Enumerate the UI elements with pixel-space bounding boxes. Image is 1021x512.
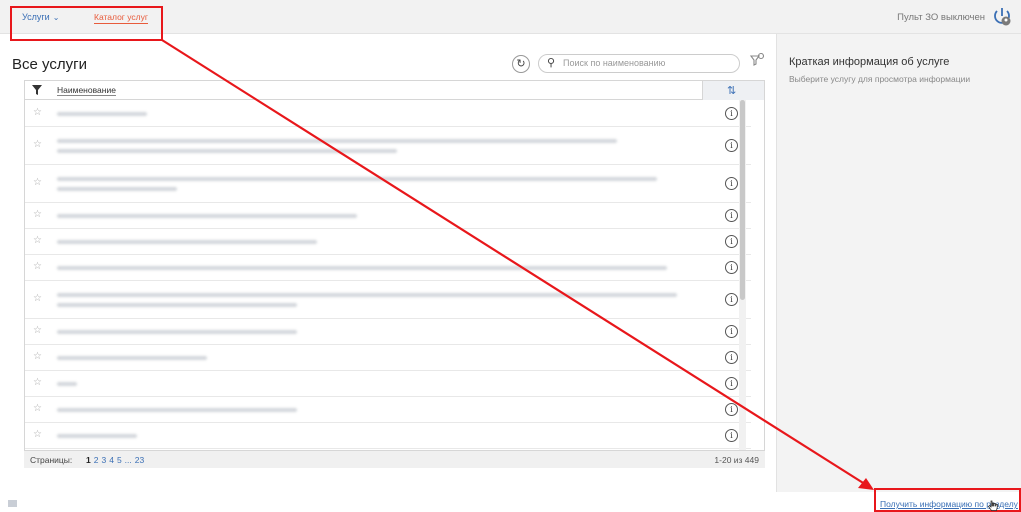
table-row[interactable]: ☆ i (25, 203, 751, 229)
star-icon[interactable]: ☆ (33, 293, 42, 304)
info-icon[interactable]: i (725, 139, 738, 152)
table-row[interactable]: ☆ i (25, 371, 751, 397)
info-icon[interactable]: i (725, 429, 738, 442)
column-settings-cell: ⇅ (702, 81, 764, 100)
star-icon[interactable]: ☆ (33, 261, 42, 272)
info-icon[interactable]: i (725, 351, 738, 364)
star-icon[interactable]: ☆ (33, 107, 42, 118)
power-person-icon[interactable] (991, 6, 1013, 28)
info-icon[interactable]: i (725, 293, 738, 306)
footer (0, 492, 1021, 512)
page-link[interactable]: 23 (135, 455, 144, 465)
row-name-redacted (57, 293, 677, 297)
page-title: Все услуги (12, 56, 87, 73)
page-link[interactable]: 2 (94, 455, 99, 465)
pagination-range: 1-20 из 449 (714, 455, 759, 465)
star-icon[interactable]: ☆ (33, 139, 42, 150)
scrollbar-thumb[interactable] (740, 100, 745, 300)
column-name-header[interactable]: Наименование (57, 85, 116, 96)
star-icon[interactable]: ☆ (33, 325, 42, 336)
page-link[interactable]: 3 (101, 455, 106, 465)
table-row[interactable]: ☆ i (25, 165, 751, 203)
hand-cursor-icon (988, 500, 998, 511)
page-link: ... (124, 455, 132, 465)
row-name-redacted (57, 408, 297, 412)
pagination: Страницы: 1 2 3 4 5... 23 1-20 из 449 (24, 450, 765, 468)
refresh-icon[interactable]: ↻ (512, 55, 530, 73)
star-icon[interactable]: ☆ (33, 377, 42, 388)
table-row[interactable]: ☆ i (25, 423, 751, 449)
star-icon[interactable]: ☆ (33, 177, 42, 188)
row-name-redacted (57, 240, 317, 244)
table-row[interactable]: ☆ i (25, 319, 751, 345)
info-icon[interactable]: i (725, 107, 738, 120)
page-link[interactable]: 4 (109, 455, 114, 465)
row-name-redacted (57, 139, 617, 143)
table-row[interactable]: ☆ i (25, 255, 751, 281)
table-header: Наименование ⇅ (25, 81, 764, 100)
row-name-redacted (57, 434, 137, 438)
star-icon[interactable]: ☆ (33, 351, 42, 362)
column-settings-icon[interactable]: ⇅ (727, 84, 736, 97)
pult-status: Пульт ЗО выключен (897, 12, 985, 23)
pagination-label: Страницы: (30, 455, 73, 465)
table-row[interactable]: ☆ i (25, 281, 751, 319)
info-icon[interactable]: i (725, 209, 738, 222)
search-placeholder: Поиск по наименованию (563, 58, 666, 68)
info-icon[interactable]: i (725, 177, 738, 190)
star-icon[interactable]: ☆ (33, 429, 42, 440)
table-row[interactable]: ☆ i (25, 101, 751, 127)
row-name-redacted (57, 112, 147, 116)
info-icon[interactable]: i (725, 235, 738, 248)
row-name-redacted (57, 382, 77, 386)
pagination-pages: 1 2 3 4 5... 23 (86, 455, 147, 465)
search-icon: ⚲ (547, 57, 556, 69)
row-name-redacted (57, 356, 207, 360)
footer-logo (8, 500, 17, 507)
info-icon[interactable]: i (725, 261, 738, 274)
funnel-settings-icon[interactable] (749, 52, 765, 68)
sidebar-hint: Выберите услугу для просмотра информации (789, 74, 971, 84)
row-name-redacted (57, 303, 297, 307)
star-icon[interactable]: ☆ (33, 235, 42, 246)
funnel-icon[interactable] (32, 85, 42, 95)
row-name-redacted (57, 214, 357, 218)
table-row[interactable]: ☆ i (25, 127, 751, 165)
table-row[interactable]: ☆ i (25, 397, 751, 423)
star-icon[interactable]: ☆ (33, 403, 42, 414)
page-link[interactable]: 5 (117, 455, 122, 465)
table-row[interactable]: ☆ i (25, 229, 751, 255)
info-icon[interactable]: i (725, 403, 738, 416)
sidebar-title: Краткая информация об услуге (789, 56, 950, 68)
table-row[interactable]: ☆ i (25, 345, 751, 371)
row-name-redacted (57, 187, 177, 191)
row-name-redacted (57, 330, 297, 334)
row-name-redacted (57, 266, 667, 270)
star-icon[interactable]: ☆ (33, 209, 42, 220)
row-name-redacted (57, 177, 657, 181)
info-sidebar (776, 34, 1021, 492)
row-name-redacted (57, 149, 397, 153)
annotation-highlight-breadcrumb (10, 6, 163, 41)
services-table: Наименование ⇅ ☆ i ☆ i ☆ i ☆ i ☆ i ☆ i ☆ i ☆ i ☆ i ☆ i ☆ i ☆ i (24, 80, 765, 468)
info-icon[interactable]: i (725, 377, 738, 390)
info-icon[interactable]: i (725, 325, 738, 338)
search-input[interactable]: ⚲ Поиск по наименованию (538, 54, 740, 73)
page-link[interactable]: 1 (86, 455, 91, 465)
